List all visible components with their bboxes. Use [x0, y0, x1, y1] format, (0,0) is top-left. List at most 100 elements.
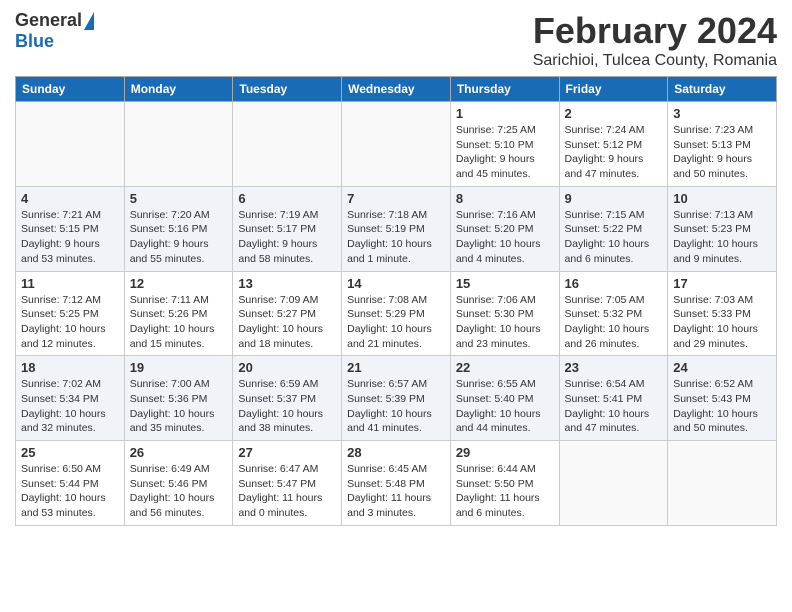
location-title: Sarichioi, Tulcea County, Romania: [533, 52, 777, 70]
day-number: 7: [347, 191, 445, 206]
day-info: Sunrise: 7:21 AM Sunset: 5:15 PM Dayligh…: [21, 208, 119, 267]
day-info: Sunrise: 7:00 AM Sunset: 5:36 PM Dayligh…: [130, 377, 228, 436]
day-info: Sunrise: 7:06 AM Sunset: 5:30 PM Dayligh…: [456, 293, 554, 352]
calendar-week-row: 11 Sunrise: 7:12 AM Sunset: 5:25 PM Dayli…: [16, 271, 777, 356]
calendar-cell: 24 Sunrise: 6:52 AM Sunset: 5:43 PM Dayli…: [668, 356, 777, 441]
day-number: 17: [673, 276, 771, 291]
calendar-cell: [233, 102, 342, 187]
calendar-cell: 26 Sunrise: 6:49 AM Sunset: 5:46 PM Dayli…: [124, 441, 233, 526]
calendar-cell: 11 Sunrise: 7:12 AM Sunset: 5:25 PM Dayli…: [16, 271, 125, 356]
calendar-cell: [342, 102, 451, 187]
day-info: Sunrise: 7:18 AM Sunset: 5:19 PM Dayligh…: [347, 208, 445, 267]
day-number: 11: [21, 276, 119, 291]
title-section: February 2024 Sarichioi, Tulcea County, …: [533, 10, 777, 70]
calendar-week-row: 25 Sunrise: 6:50 AM Sunset: 5:44 PM Dayli…: [16, 441, 777, 526]
day-number: 18: [21, 360, 119, 375]
calendar-cell: [668, 441, 777, 526]
day-info: Sunrise: 7:02 AM Sunset: 5:34 PM Dayligh…: [21, 377, 119, 436]
calendar-cell: 7 Sunrise: 7:18 AM Sunset: 5:19 PM Daylig…: [342, 186, 451, 271]
calendar-cell: [16, 102, 125, 187]
day-number: 14: [347, 276, 445, 291]
day-info: Sunrise: 7:19 AM Sunset: 5:17 PM Dayligh…: [238, 208, 336, 267]
day-number: 28: [347, 445, 445, 460]
day-number: 29: [456, 445, 554, 460]
day-number: 27: [238, 445, 336, 460]
day-info: Sunrise: 6:49 AM Sunset: 5:46 PM Dayligh…: [130, 462, 228, 521]
day-info: Sunrise: 7:20 AM Sunset: 5:16 PM Dayligh…: [130, 208, 228, 267]
calendar-cell: 6 Sunrise: 7:19 AM Sunset: 5:17 PM Daylig…: [233, 186, 342, 271]
calendar-cell: 14 Sunrise: 7:08 AM Sunset: 5:29 PM Dayli…: [342, 271, 451, 356]
calendar-cell: 12Sunrise: 7:11 AM Sunset: 5:26 PM Dayli…: [124, 271, 233, 356]
day-info: Sunrise: 6:55 AM Sunset: 5:40 PM Dayligh…: [456, 377, 554, 436]
day-number: 2: [565, 106, 663, 121]
calendar-cell: 3 Sunrise: 7:23 AM Sunset: 5:13 PM Daylig…: [668, 102, 777, 187]
day-number: 24: [673, 360, 771, 375]
calendar-cell: 10 Sunrise: 7:13 AM Sunset: 5:23 PM Dayli…: [668, 186, 777, 271]
day-info: Sunrise: 6:57 AM Sunset: 5:39 PM Dayligh…: [347, 377, 445, 436]
day-info: Sunrise: 6:52 AM Sunset: 5:43 PM Dayligh…: [673, 377, 771, 436]
calendar-cell: 28 Sunrise: 6:45 AM Sunset: 5:48 PM Dayli…: [342, 441, 451, 526]
calendar-header-row: SundayMondayTuesdayWednesdayThursdayFrid…: [16, 77, 777, 102]
calendar-table: SundayMondayTuesdayWednesdayThursdayFrid…: [15, 76, 777, 526]
day-info: Sunrise: 6:44 AM Sunset: 5:50 PM Dayligh…: [456, 462, 554, 521]
calendar-cell: [559, 441, 668, 526]
day-number: 16: [565, 276, 663, 291]
month-title: February 2024: [533, 10, 777, 52]
page-header: General Blue February 2024 Sarichioi, Tu…: [15, 10, 777, 70]
day-number: 26: [130, 445, 228, 460]
day-info: Sunrise: 6:45 AM Sunset: 5:48 PM Dayligh…: [347, 462, 445, 521]
calendar-cell: 5 Sunrise: 7:20 AM Sunset: 5:16 PM Daylig…: [124, 186, 233, 271]
day-number: 25: [21, 445, 119, 460]
day-of-week-header: Thursday: [450, 77, 559, 102]
calendar-cell: 23 Sunrise: 6:54 AM Sunset: 5:41 PM Dayli…: [559, 356, 668, 441]
day-info: Sunrise: 6:50 AM Sunset: 5:44 PM Dayligh…: [21, 462, 119, 521]
calendar-week-row: 4 Sunrise: 7:21 AM Sunset: 5:15 PM Daylig…: [16, 186, 777, 271]
day-info: Sunrise: 6:54 AM Sunset: 5:41 PM Dayligh…: [565, 377, 663, 436]
calendar-cell: 2 Sunrise: 7:24 AM Sunset: 5:12 PM Daylig…: [559, 102, 668, 187]
calendar-cell: 1Sunrise: 7:25 AM Sunset: 5:10 PM Daylig…: [450, 102, 559, 187]
day-of-week-header: Saturday: [668, 77, 777, 102]
day-number: 10: [673, 191, 771, 206]
day-of-week-header: Tuesday: [233, 77, 342, 102]
logo: General Blue: [15, 10, 94, 52]
day-of-week-header: Wednesday: [342, 77, 451, 102]
day-info: Sunrise: 7:03 AM Sunset: 5:33 PM Dayligh…: [673, 293, 771, 352]
day-info: Sunrise: 7:23 AM Sunset: 5:13 PM Dayligh…: [673, 123, 771, 182]
day-info: Sunrise: 7:09 AM Sunset: 5:27 PM Dayligh…: [238, 293, 336, 352]
day-number: 20: [238, 360, 336, 375]
calendar-cell: 8Sunrise: 7:16 AM Sunset: 5:20 PM Daylig…: [450, 186, 559, 271]
calendar-cell: 29 Sunrise: 6:44 AM Sunset: 5:50 PM Dayli…: [450, 441, 559, 526]
calendar-cell: 18 Sunrise: 7:02 AM Sunset: 5:34 PM Dayli…: [16, 356, 125, 441]
day-info: Sunrise: 7:13 AM Sunset: 5:23 PM Dayligh…: [673, 208, 771, 267]
day-info: Sunrise: 7:05 AM Sunset: 5:32 PM Dayligh…: [565, 293, 663, 352]
day-number: 15: [456, 276, 554, 291]
day-info: Sunrise: 7:12 AM Sunset: 5:25 PM Dayligh…: [21, 293, 119, 352]
day-number: 5: [130, 191, 228, 206]
calendar-cell: 25 Sunrise: 6:50 AM Sunset: 5:44 PM Dayli…: [16, 441, 125, 526]
day-number: 6: [238, 191, 336, 206]
day-number: 1: [456, 106, 554, 121]
logo-blue-text: Blue: [15, 31, 54, 52]
calendar-cell: 13Sunrise: 7:09 AM Sunset: 5:27 PM Dayli…: [233, 271, 342, 356]
day-number: 3: [673, 106, 771, 121]
calendar-cell: 9Sunrise: 7:15 AM Sunset: 5:22 PM Daylig…: [559, 186, 668, 271]
day-info: Sunrise: 7:11 AM Sunset: 5:26 PM Dayligh…: [130, 293, 228, 352]
day-number: 21: [347, 360, 445, 375]
day-of-week-header: Monday: [124, 77, 233, 102]
calendar-cell: 20Sunrise: 6:59 AM Sunset: 5:37 PM Dayli…: [233, 356, 342, 441]
day-number: 4: [21, 191, 119, 206]
day-of-week-header: Sunday: [16, 77, 125, 102]
calendar-cell: 16 Sunrise: 7:05 AM Sunset: 5:32 PM Dayli…: [559, 271, 668, 356]
day-of-week-header: Friday: [559, 77, 668, 102]
day-info: Sunrise: 7:15 AM Sunset: 5:22 PM Dayligh…: [565, 208, 663, 267]
calendar-week-row: 1Sunrise: 7:25 AM Sunset: 5:10 PM Daylig…: [16, 102, 777, 187]
calendar-cell: 21 Sunrise: 6:57 AM Sunset: 5:39 PM Dayli…: [342, 356, 451, 441]
day-number: 8: [456, 191, 554, 206]
calendar-cell: 17 Sunrise: 7:03 AM Sunset: 5:33 PM Dayli…: [668, 271, 777, 356]
calendar-cell: 22Sunrise: 6:55 AM Sunset: 5:40 PM Dayli…: [450, 356, 559, 441]
logo-triangle-icon: [84, 12, 94, 30]
calendar-cell: [124, 102, 233, 187]
day-info: Sunrise: 7:08 AM Sunset: 5:29 PM Dayligh…: [347, 293, 445, 352]
day-number: 23: [565, 360, 663, 375]
day-info: Sunrise: 7:24 AM Sunset: 5:12 PM Dayligh…: [565, 123, 663, 182]
